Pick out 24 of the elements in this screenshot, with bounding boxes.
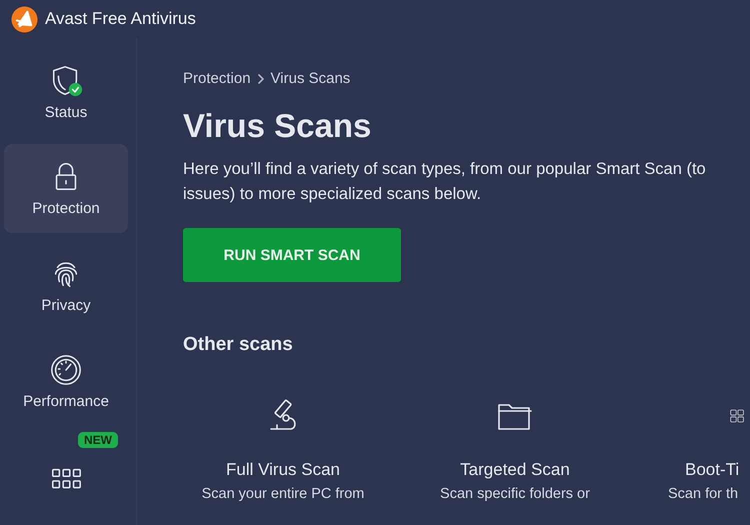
scan-title: Full Virus Scan — [226, 460, 340, 480]
sidebar-item[interactable]: Protection — [4, 144, 128, 233]
speedometer-icon — [49, 352, 83, 387]
scan-title: Boot-Ti — [685, 460, 740, 480]
page-heading: Virus Scans — [183, 107, 372, 145]
scan-title: Targeted Scan — [460, 460, 570, 480]
new-badge: NEW — [78, 432, 118, 448]
logo-icon — [11, 6, 38, 32]
intro-text: Here you’ll find a variety of scan types, from our popular Smart Scan (to issues) to more specialized scans below. — [183, 159, 707, 205]
sidebar-item[interactable]: NEW — [4, 434, 128, 525]
scan-card[interactable]: Full Virus Scan Scan your entire PC from — [167, 396, 399, 502]
sidebar-item[interactable]: Performance — [4, 337, 128, 426]
breadcrumb-item[interactable]: Protection — [183, 70, 251, 87]
chevron-right-icon — [256, 74, 265, 84]
scan-description: Scan for th — [668, 486, 738, 502]
breadcrumb-item: Virus Scans — [270, 70, 350, 87]
sidebar-item[interactable]: Status — [4, 48, 128, 136]
scan-card[interactable]: Targeted Scan Scan specific folders or — [399, 396, 631, 502]
scan-description: Scan your entire PC from — [202, 486, 364, 502]
window-title: Avast Free Antivirus — [45, 9, 196, 29]
sidebar-item[interactable]: Privacy — [4, 240, 128, 330]
scan-description: Scan specific folders or — [440, 486, 590, 502]
section-heading: Other scans — [183, 334, 294, 356]
scan-card[interactable]: Boot-Ti Scan for th — [631, 396, 746, 502]
